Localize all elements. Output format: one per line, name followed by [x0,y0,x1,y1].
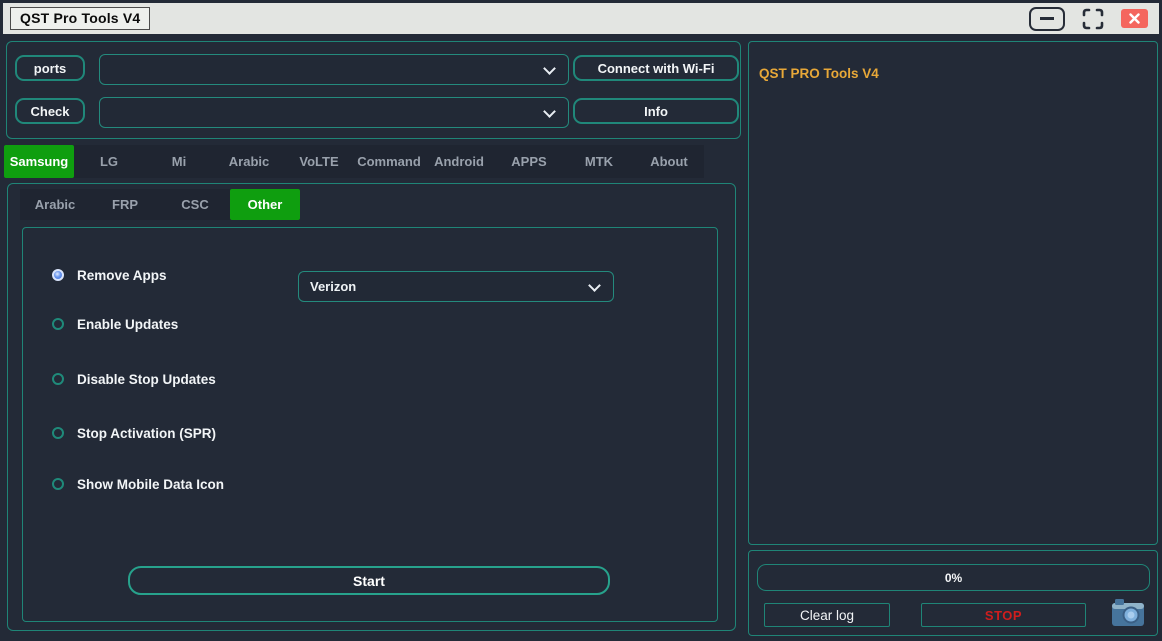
tab-lg[interactable]: LG [74,145,144,178]
option-label: Show Mobile Data Icon [77,477,224,492]
tab-volte[interactable]: VoLTE [284,145,354,178]
close-icon [1129,13,1140,24]
log-panel: QST PRO Tools V4 [748,41,1158,545]
option-label: Enable Updates [77,317,178,332]
minimize-button[interactable] [1029,7,1065,31]
window-title: QST Pro Tools V4 [10,7,150,30]
tab-samsung[interactable]: Samsung [4,145,74,178]
minimize-icon [1040,17,1054,20]
main-tab-bar: Samsung LG Mi Arabic VoLTE Command Andro… [4,145,704,178]
stop-button[interactable]: STOP [921,603,1086,627]
option-label: Disable Stop Updates [77,372,216,387]
radio-selected-icon[interactable] [52,269,64,281]
subtab-frp[interactable]: FRP [90,189,160,220]
subtab-csc[interactable]: CSC [160,189,230,220]
close-button[interactable] [1121,9,1148,28]
tab-about[interactable]: About [634,145,704,178]
option-label: Stop Activation (SPR) [77,426,216,441]
tab-android[interactable]: Android [424,145,494,178]
check-button[interactable]: Check [15,98,85,124]
radio-unselected-icon[interactable] [52,427,64,439]
option-stop-activation-spr[interactable]: Stop Activation (SPR) [52,424,216,442]
tab-apps[interactable]: APPS [494,145,564,178]
screenshot-button[interactable] [1110,596,1146,628]
maximize-button[interactable] [1080,7,1106,31]
log-header-text: QST PRO Tools V4 [759,66,879,81]
tab-mi[interactable]: Mi [144,145,214,178]
titlebar: QST Pro Tools V4 [3,3,1159,34]
option-enable-updates[interactable]: Enable Updates [52,315,178,333]
radio-unselected-icon[interactable] [52,478,64,490]
connection-panel: ports Connect with Wi-Fi Check Info [6,41,741,139]
tab-command[interactable]: Command [354,145,424,178]
progress-label: 0% [945,571,962,585]
option-disable-stop-updates[interactable]: Disable Stop Updates [52,370,216,388]
start-button[interactable]: Start [128,566,610,595]
option-label: Remove Apps [77,268,167,283]
option-remove-apps[interactable]: Remove Apps [52,266,167,284]
radio-unselected-icon[interactable] [52,373,64,385]
subtab-other[interactable]: Other [230,189,300,220]
camera-icon [1111,597,1145,627]
radio-unselected-icon[interactable] [52,318,64,330]
progress-bar: 0% [757,564,1150,591]
tab-mtk[interactable]: MTK [564,145,634,178]
samsung-panel: Arabic FRP CSC Other Remove Apps Enable … [7,183,736,631]
option-show-mobile-data-icon[interactable]: Show Mobile Data Icon [52,475,224,493]
status-panel: 0% Clear log STOP [748,550,1158,636]
clear-log-button[interactable]: Clear log [764,603,890,627]
app-window: { "window": { "title": "QST Pro Tools V4… [0,0,1162,641]
maximize-icon [1081,7,1105,31]
chevron-down-icon [543,62,556,75]
window-controls [1029,7,1148,31]
info-button[interactable]: Info [573,98,739,124]
connect-wifi-button[interactable]: Connect with Wi-Fi [573,55,739,81]
ports-button[interactable]: ports [15,55,85,81]
port-dropdown[interactable] [99,54,569,85]
chevron-down-icon [543,105,556,118]
other-options-groupbox: Remove Apps Enable Updates Disable Stop … [22,227,718,622]
carrier-dropdown-value: Verizon [299,279,356,294]
carrier-dropdown[interactable]: Verizon [298,271,614,302]
second-dropdown[interactable] [99,97,569,128]
tab-arabic[interactable]: Arabic [214,145,284,178]
samsung-sub-tab-bar: Arabic FRP CSC Other [20,189,300,220]
subtab-arabic[interactable]: Arabic [20,189,90,220]
chevron-down-icon [588,279,601,292]
